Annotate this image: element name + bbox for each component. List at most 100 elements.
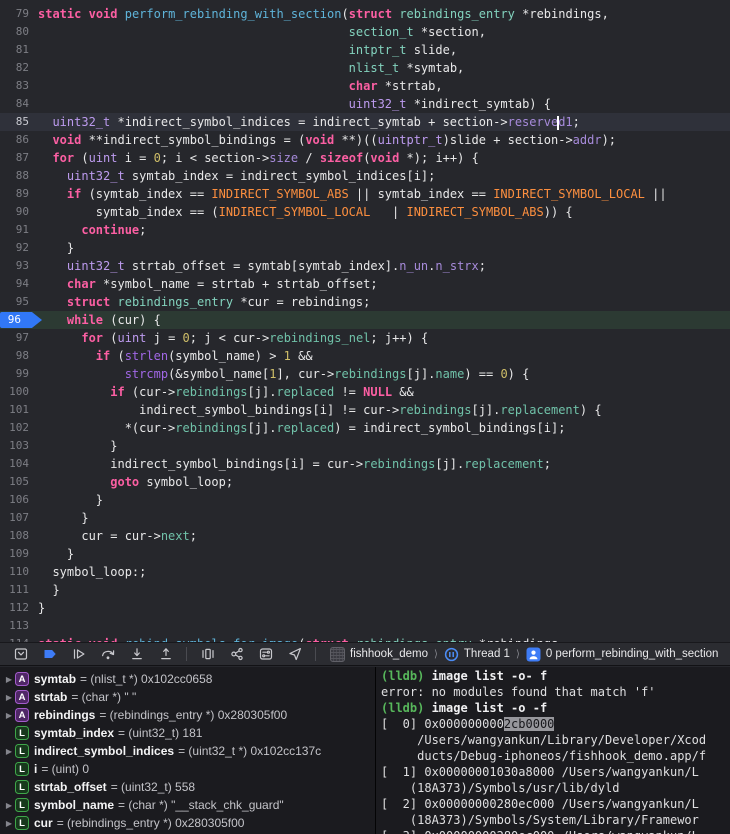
code-line-100[interactable]: 100 if (cur->rebindings[j].replaced != N… [0, 383, 730, 401]
variable-row-strtab_offset[interactable]: Lstrtab_offset = (uint32_t) 558 [0, 778, 375, 796]
variable-row-strtab[interactable]: ▶ Astrtab = (char *) " " [0, 688, 375, 706]
variable-row-cur[interactable]: ▶ Lcur = (rebindings_entry *) 0x280305f00 [0, 814, 375, 832]
code-line-110[interactable]: 110 symbol_loop:; [0, 563, 730, 581]
code-line-83[interactable]: 83 char *strtab, [0, 77, 730, 95]
line-number[interactable]: 89 [0, 185, 38, 203]
line-number[interactable]: 86 [0, 131, 38, 149]
code-line-111[interactable]: 111 } [0, 581, 730, 599]
variable-row-i[interactable]: Li = (uint) 0 [0, 760, 375, 778]
continue-icon[interactable] [64, 644, 93, 664]
app-icon[interactable] [330, 646, 345, 662]
code-line-82[interactable]: 82 nlist_t *symtab, [0, 59, 730, 77]
code-line-88[interactable]: 88 uint32_t symtab_index = indirect_symb… [0, 167, 730, 185]
environment-overrides-icon[interactable] [251, 644, 280, 664]
jump-bar-thread[interactable]: Thread 1 [464, 648, 510, 660]
disclosure-triangle-icon[interactable]: ▶ [3, 747, 15, 756]
code-line-105[interactable]: 105 goto symbol_loop; [0, 473, 730, 491]
line-number[interactable]: 98 [0, 347, 38, 365]
code-line-95[interactable]: 95 struct rebindings_entry *cur = rebind… [0, 293, 730, 311]
line-number[interactable]: 99 [0, 365, 38, 383]
code-line-107[interactable]: 107 } [0, 509, 730, 527]
variable-row-symbol_name[interactable]: ▶ Lsymbol_name = (char *) "__stack_chk_gua… [0, 796, 375, 814]
variables-view[interactable]: ▶ Asymtab = (nlist_t *) 0x102cc0658 ▶ Astrta… [0, 667, 376, 834]
code-line-89[interactable]: 89 if (symtab_index == INDIRECT_SYMBOL_A… [0, 185, 730, 203]
variable-row-rebindings[interactable]: ▶ Arebindings = (rebindings_entry *) 0x280… [0, 706, 375, 724]
code-line-112[interactable]: 112} [0, 599, 730, 617]
line-number[interactable]: 88 [0, 167, 38, 185]
line-number[interactable]: 102 [0, 419, 38, 437]
line-number[interactable]: 80 [0, 23, 38, 41]
code-line-85[interactable]: 85 uint32_t *indirect_symbol_indices = i… [0, 113, 730, 131]
line-number[interactable]: 109 [0, 545, 38, 563]
code-line-80[interactable]: 80 section_t *section, [0, 23, 730, 41]
line-number[interactable]: 82 [0, 59, 38, 77]
line-number[interactable]: 94 [0, 275, 38, 293]
disclosure-triangle-icon[interactable]: ▶ [3, 693, 15, 702]
code-line-114[interactable]: 114static void rebind_symbols_for_image(… [0, 635, 730, 642]
line-number[interactable]: 83 [0, 77, 38, 95]
line-number[interactable]: 106 [0, 491, 38, 509]
line-number[interactable]: 95 [0, 293, 38, 311]
code-line-84[interactable]: 84 uint32_t *indirect_symtab) { [0, 95, 730, 113]
code-line-109[interactable]: 109 } [0, 545, 730, 563]
code-line-93[interactable]: 93 uint32_t strtab_offset = symtab[symta… [0, 257, 730, 275]
code-line-97[interactable]: 97 for (uint j = 0; j < cur->rebindings_… [0, 329, 730, 347]
line-number[interactable]: 113 [0, 617, 38, 635]
line-number[interactable]: 84 [0, 95, 38, 113]
line-number[interactable]: 93 [0, 257, 38, 275]
line-number[interactable]: 101 [0, 401, 38, 419]
code-line-79[interactable]: 79 static void perform_rebinding_with_sec… [0, 5, 730, 23]
disclosure-triangle-icon[interactable]: ▶ [3, 801, 15, 810]
disclosure-triangle-icon[interactable]: ▶ [3, 675, 15, 684]
code-line-94[interactable]: 94 char *symbol_name = strtab + strtab_o… [0, 275, 730, 293]
code-line-106[interactable]: 106 } [0, 491, 730, 509]
line-number[interactable]: 90 [0, 203, 38, 221]
variable-row-indirect_symbol_indices[interactable]: ▶ Lindirect_symbol_indices = (uint32_t *) … [0, 742, 375, 760]
jump-bar-process[interactable]: fishhook_demo [350, 648, 428, 660]
code-line-99[interactable]: 99 strcmp(&symbol_name[1], cur->rebindin… [0, 365, 730, 383]
code-line-92[interactable]: 92 } [0, 239, 730, 257]
line-number[interactable]: 87 [0, 149, 38, 167]
breakpoint-marker[interactable] [0, 312, 42, 328]
simulate-location-icon[interactable] [280, 644, 309, 664]
memory-graph-icon[interactable] [222, 644, 251, 664]
line-number[interactable]: 85 [0, 113, 38, 131]
code-line-86[interactable]: 86 void **indirect_symbol_bindings = (vo… [0, 131, 730, 149]
line-number[interactable]: 97 [0, 329, 38, 347]
line-number[interactable]: 111 [0, 581, 38, 599]
variable-row-symtab[interactable]: ▶ Asymtab = (nlist_t *) 0x102cc0658 [0, 670, 375, 688]
step-over-icon[interactable] [93, 644, 122, 664]
code-line-101[interactable]: 101 indirect_symbol_bindings[i] != cur->… [0, 401, 730, 419]
breakpoints-toggle-icon[interactable] [35, 644, 64, 664]
line-number[interactable]: 100 [0, 383, 38, 401]
jump-bar-frame[interactable]: 0 perform_rebinding_with_section [546, 648, 719, 660]
disclosure-triangle-icon[interactable]: ▶ [3, 819, 15, 828]
line-number[interactable]: 105 [0, 473, 38, 491]
line-number[interactable]: 112 [0, 599, 38, 617]
line-number[interactable]: 110 [0, 563, 38, 581]
code-line-104[interactable]: 104 indirect_symbol_bindings[i] = cur->r… [0, 455, 730, 473]
line-number[interactable]: 79 [0, 5, 38, 23]
line-number[interactable]: 96 [0, 311, 42, 329]
code-line-102[interactable]: 102 *(cur->rebindings[j].replaced) = ind… [0, 419, 730, 437]
line-number[interactable]: 108 [0, 527, 38, 545]
hide-debug-area-icon[interactable] [6, 644, 35, 664]
line-number[interactable]: 114 [0, 635, 38, 642]
line-number[interactable]: 103 [0, 437, 38, 455]
step-into-icon[interactable] [122, 644, 151, 664]
line-number[interactable]: 107 [0, 509, 38, 527]
code-line-113[interactable]: 113 [0, 617, 730, 635]
code-line-103[interactable]: 103 } [0, 437, 730, 455]
source-editor[interactable]: 7879static void perform_rebinding_with_s… [0, 0, 730, 642]
line-number[interactable]: 81 [0, 41, 38, 59]
code-line-98[interactable]: 98 if (strlen(symbol_name) > 1 && [0, 347, 730, 365]
code-line-96[interactable]: 96 while (cur) { [0, 311, 730, 329]
line-number[interactable]: 91 [0, 221, 38, 239]
code-line-91[interactable]: 91 continue; [0, 221, 730, 239]
disclosure-triangle-icon[interactable]: ▶ [3, 711, 15, 720]
code-line-87[interactable]: 87 for (uint i = 0; i < section->size / … [0, 149, 730, 167]
line-number[interactable]: 92 [0, 239, 38, 257]
code-line-108[interactable]: 108 cur = cur->next; [0, 527, 730, 545]
view-hierarchy-icon[interactable] [193, 644, 222, 664]
step-out-icon[interactable] [151, 644, 180, 664]
